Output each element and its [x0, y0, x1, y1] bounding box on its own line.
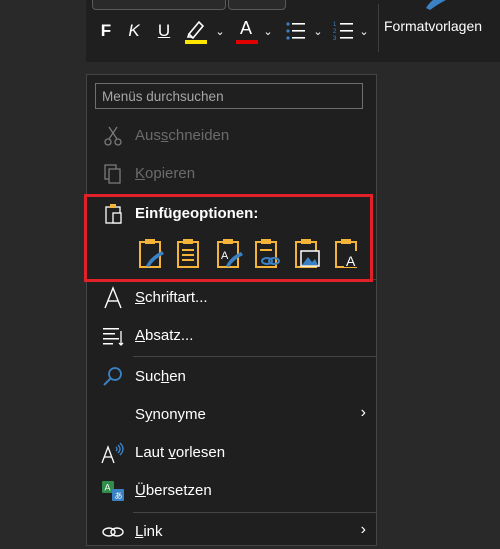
menu-item-link[interactable]: Link ›: [87, 515, 376, 549]
menu-item-label: Absatz...: [135, 327, 194, 344]
highlight-dropdown-chevron-icon[interactable]: ⌄: [214, 14, 226, 48]
font-name-box[interactable]: [92, 0, 226, 10]
menu-item-font[interactable]: Schriftart...: [87, 281, 376, 315]
svg-text:3: 3: [333, 36, 337, 41]
toolbar-separator: [378, 4, 379, 52]
svg-text:A: A: [105, 483, 111, 493]
underline-button[interactable]: U: [154, 14, 174, 48]
paste-options-highlight-frame: [84, 194, 373, 282]
menu-item-label: Ausschneiden: [135, 127, 230, 144]
paragraph-icon: [101, 324, 125, 348]
menu-item-label: Suchen: [135, 368, 186, 385]
svg-text:2: 2: [333, 29, 337, 35]
bullet-list-dropdown-chevron-icon[interactable]: ⌄: [312, 14, 324, 48]
font-color-button[interactable]: A: [234, 14, 260, 48]
menu-item-translate[interactable]: A あ Übersetzen: [87, 474, 376, 508]
scissors-icon: [101, 124, 125, 148]
menu-item-paragraph[interactable]: Absatz...: [87, 319, 376, 353]
numbered-list-icon: 1 2 3: [333, 22, 353, 41]
menu-item-label: Kopieren: [135, 165, 196, 182]
highlight-button[interactable]: [182, 14, 212, 48]
menu-item-search[interactable]: Suchen: [87, 360, 376, 394]
italic-button[interactable]: K: [124, 14, 144, 48]
bold-button[interactable]: F: [96, 14, 116, 48]
link-icon: [101, 520, 125, 544]
submenu-chevron-right-icon: ›: [360, 404, 366, 421]
font-color-letter: A: [240, 18, 253, 38]
menu-item-synonyms[interactable]: Synonyme ›: [87, 398, 376, 432]
menu-search-placeholder: Menüs durchsuchen: [102, 89, 224, 104]
submenu-chevron-right-icon: ›: [360, 521, 366, 538]
bullet-list-icon: [286, 22, 305, 40]
menu-item-read-aloud[interactable]: Laut vorlesen: [87, 436, 376, 470]
numbered-list-button[interactable]: 1 2 3: [332, 14, 356, 48]
menu-item-label: Laut vorlesen: [135, 444, 226, 461]
copy-icon: [101, 162, 125, 186]
font-color-dropdown-chevron-icon[interactable]: ⌄: [262, 14, 274, 48]
read-aloud-icon: [101, 441, 125, 465]
styles-brush-icon: [422, 0, 452, 17]
menu-item-cut[interactable]: Ausschneiden: [87, 119, 376, 153]
menu-item-label: Link: [135, 523, 163, 540]
font-color-bar: [236, 40, 258, 44]
highlighter-icon: [185, 20, 207, 44]
svg-text:あ: あ: [115, 492, 123, 501]
menu-search-input[interactable]: Menüs durchsuchen: [95, 83, 363, 109]
font-icon: [101, 286, 125, 310]
menu-item-copy[interactable]: Kopieren: [87, 157, 376, 191]
styles-button[interactable]: Formatvorlagen: [384, 18, 482, 34]
svg-text:1: 1: [333, 22, 337, 28]
ribbon-toolbar: F K U ⌄ A ⌄ ⌄ 1 2 3 ⌄ Formatvorlagen: [86, 0, 500, 62]
numbered-list-dropdown-chevron-icon[interactable]: ⌄: [358, 14, 370, 48]
menu-item-label: Schriftart...: [135, 289, 208, 306]
translate-icon: A あ: [101, 479, 125, 503]
font-size-box[interactable]: [228, 0, 286, 10]
menu-item-label: Synonyme: [135, 406, 206, 423]
bullet-list-button[interactable]: [284, 14, 308, 48]
menu-separator: [133, 512, 376, 513]
menu-item-label: Übersetzen: [135, 482, 212, 499]
menu-separator: [133, 356, 376, 357]
search-icon: [101, 365, 125, 389]
context-menu: Menüs durchsuchen Ausschneiden Kopieren: [86, 74, 377, 546]
